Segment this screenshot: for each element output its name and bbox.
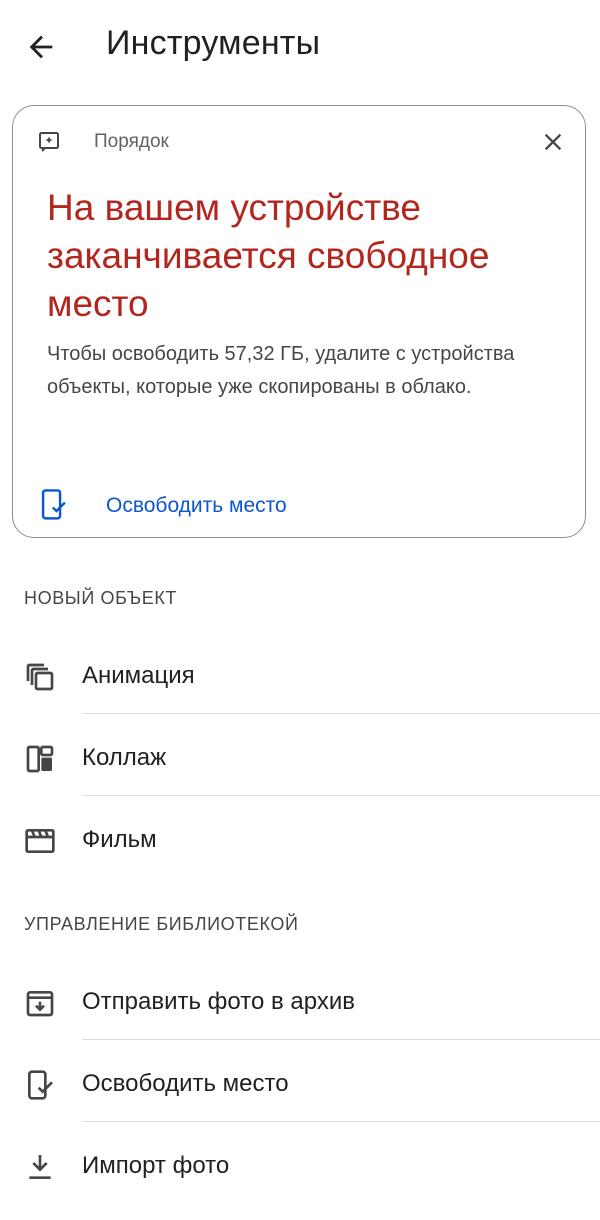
list-item-label: Коллаж (82, 744, 167, 771)
list-item-collage[interactable]: Коллаж (0, 716, 600, 798)
card-heading: На вашем устройстве заканчивается свобод… (47, 187, 490, 324)
list-item-label: Отправить фото в архив (82, 988, 355, 1015)
list-item-movie[interactable]: Фильм (0, 798, 600, 880)
free-up-space-label: Освободить место (106, 494, 287, 517)
movie-icon (25, 829, 55, 853)
storage-warning-card: Порядок На вашем устройстве заканчиваетс… (12, 105, 586, 538)
divider (82, 1121, 600, 1122)
collage-icon (26, 745, 54, 773)
list-item-import[interactable]: Импорт фото (0, 1124, 600, 1206)
list-item-label: Анимация (82, 662, 195, 689)
list-item-label: Освободить место (82, 1070, 289, 1097)
section-header-new-object: НОВЫЙ ОБЪЕКТ (24, 588, 178, 608)
free-up-space-icon (27, 1070, 53, 1100)
free-up-space-button[interactable]: Освободить место (35, 482, 355, 528)
divider (82, 795, 600, 796)
section-header-library: УПРАВЛЕНИЕ БИБЛИОТЕКОЙ (24, 914, 299, 934)
sparkle-suggestion-icon (39, 132, 59, 152)
card-category-label: Порядок (94, 131, 169, 152)
phone-check-icon (41, 489, 66, 520)
import-icon (29, 1155, 51, 1179)
list-item-archive[interactable]: Отправить фото в архив (0, 960, 600, 1042)
list-item-free-up-space[interactable]: Освободить место (0, 1042, 600, 1124)
divider (82, 713, 600, 714)
arrow-back-icon[interactable] (24, 30, 58, 64)
top-app-bar: Инструменты (0, 0, 600, 96)
animation-icon (26, 663, 54, 691)
list-item-label: Импорт фото (82, 1152, 230, 1179)
archive-icon (26, 991, 54, 1017)
card-description: Чтобы освободить 57,32 ГБ, удалите с уст… (47, 343, 515, 398)
list-item-label: Фильм (82, 826, 157, 853)
page-title: Инструменты (106, 24, 321, 62)
list-item-animation[interactable]: Анимация (0, 634, 600, 716)
close-icon[interactable] (539, 128, 567, 156)
divider (82, 1039, 600, 1040)
